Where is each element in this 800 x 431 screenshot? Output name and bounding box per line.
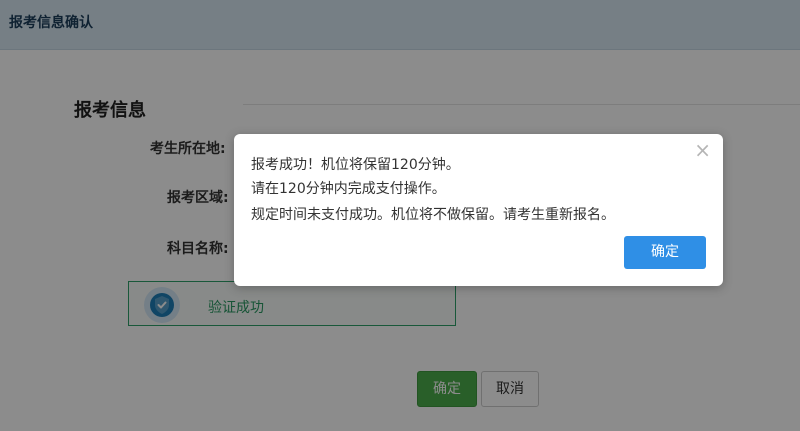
close-icon[interactable]: × [694,140,711,160]
alert-dialog: × 报考成功！机位将保留120分钟。 请在120分钟内完成支付操作。 规定时间未… [234,134,723,286]
dialog-message-line-2: 请在120分钟内完成支付操作。 [251,181,446,197]
dialog-ok-button[interactable]: 确定 [624,236,706,269]
dialog-message-line-1: 报考成功！机位将保留120分钟。 [251,157,460,173]
dialog-message-line-3: 规定时间未支付成功。机位将不做保留。请考生重新报名。 [251,207,615,223]
